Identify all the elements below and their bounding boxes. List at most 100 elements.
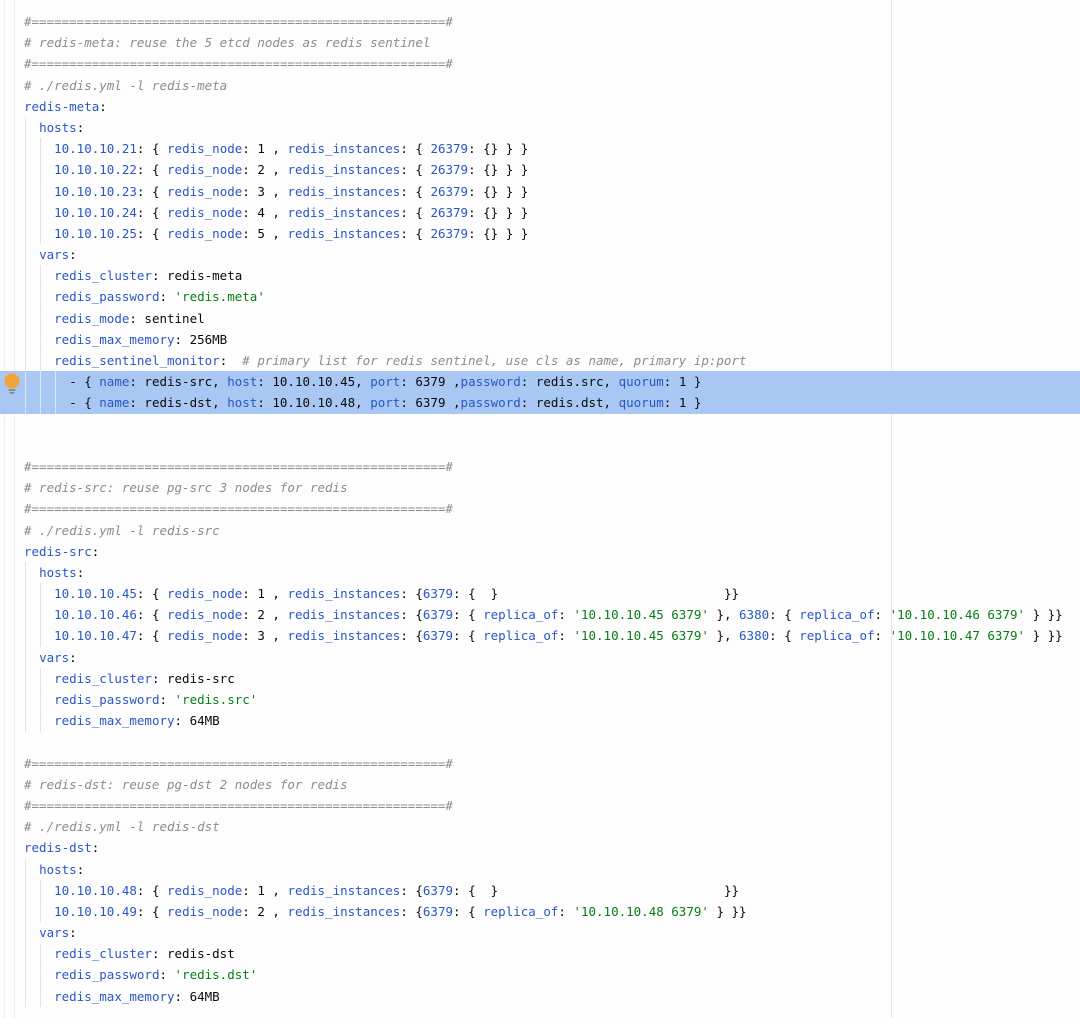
code-line[interactable]: vars: [0, 922, 1080, 943]
yaml-key: host [227, 374, 257, 389]
code-line[interactable]: 10.10.10.47: { redis_node: 3 , redis_ins… [0, 625, 1080, 646]
yaml-key: 26379 [430, 205, 468, 220]
code-line[interactable]: 10.10.10.24: { redis_node: 4 , redis_ins… [0, 202, 1080, 223]
code-line[interactable]: #=======================================… [0, 753, 1080, 774]
yaml-value: : [159, 289, 174, 304]
code-line[interactable]: redis-dst: [0, 837, 1080, 858]
yaml-key: redis_instances [287, 607, 400, 622]
yaml-value: : { [400, 162, 430, 177]
yaml-value: : { [400, 226, 430, 241]
code-line[interactable]: #=======================================… [0, 795, 1080, 816]
code-line[interactable]: # ./redis.yml -l redis-dst [0, 816, 1080, 837]
code-area[interactable]: #=======================================… [0, 11, 1080, 1007]
code-line[interactable]: # redis-dst: reuse pg-dst 2 nodes for re… [0, 774, 1080, 795]
yaml-key: 26379 [430, 184, 468, 199]
code-line-selected[interactable]: - { name: redis-src, host: 10.10.10.45, … [0, 371, 1080, 392]
code-line[interactable]: #=======================================… [0, 11, 1080, 32]
yaml-key: 6379 [423, 883, 453, 898]
code-line[interactable]: 10.10.10.49: { redis_node: 2 , redis_ins… [0, 901, 1080, 922]
code-line[interactable]: 10.10.10.21: { redis_node: 1 , redis_ins… [0, 138, 1080, 159]
code-line[interactable]: redis_sentinel_monitor: # primary list f… [0, 350, 1080, 371]
code-line[interactable] [0, 414, 1080, 435]
yaml-key: replica_of [483, 607, 558, 622]
yaml-value: : 1 } [664, 395, 702, 410]
yaml-value: : { [400, 141, 430, 156]
code-line[interactable] [0, 731, 1080, 752]
code-editor[interactable]: #=======================================… [0, 0, 1080, 1018]
yaml-value [24, 247, 39, 262]
yaml-key: redis_node [167, 883, 242, 898]
code-line[interactable]: redis_max_memory: 64MB [0, 710, 1080, 731]
code-line[interactable]: 10.10.10.22: { redis_node: 2 , redis_ins… [0, 159, 1080, 180]
code-line[interactable]: hosts: [0, 117, 1080, 138]
yaml-value: : {} } } [468, 141, 528, 156]
yaml-key: redis_password [54, 967, 159, 982]
yaml-value: : { [769, 607, 799, 622]
code-line-selected[interactable]: - { name: redis-dst, host: 10.10.10.48, … [0, 392, 1080, 413]
yaml-key: redis-dst [24, 840, 92, 855]
code-line[interactable]: #=======================================… [0, 53, 1080, 74]
code-line[interactable]: redis_mode: sentinel [0, 308, 1080, 329]
yaml-key: quorum [619, 374, 664, 389]
yaml-value: : { [400, 628, 423, 643]
code-line[interactable]: redis_cluster: redis-dst [0, 943, 1080, 964]
code-line[interactable]: vars: [0, 244, 1080, 265]
yaml-value: : 6379 , [400, 395, 460, 410]
yaml-value: : { [769, 628, 799, 643]
yaml-comment: #=======================================… [24, 798, 453, 813]
yaml-key: redis_node [167, 226, 242, 241]
yaml-key: 6379 [423, 904, 453, 919]
code-line[interactable]: redis-src: [0, 541, 1080, 562]
yaml-value [24, 650, 39, 665]
code-line[interactable]: 10.10.10.48: { redis_node: 1 , redis_ins… [0, 880, 1080, 901]
code-line[interactable]: hosts: [0, 562, 1080, 583]
code-line[interactable]: # redis-meta: reuse the 5 etcd nodes as … [0, 32, 1080, 53]
code-line[interactable]: redis_password: 'redis.dst' [0, 964, 1080, 985]
code-line[interactable]: 10.10.10.46: { redis_node: 2 , redis_ins… [0, 604, 1080, 625]
indent-guide [40, 668, 41, 732]
yaml-key: redis_node [167, 162, 242, 177]
code-line[interactable] [0, 435, 1080, 456]
yaml-key: 6380 [739, 607, 769, 622]
yaml-key: 10.10.10.23 [54, 184, 137, 199]
yaml-value: : redis-src, [129, 374, 227, 389]
code-line[interactable]: redis_password: 'redis.meta' [0, 286, 1080, 307]
code-line[interactable]: # redis-src: reuse pg-src 3 nodes for re… [0, 477, 1080, 498]
yaml-key: redis_instances [287, 904, 400, 919]
code-line[interactable]: #=======================================… [0, 498, 1080, 519]
yaml-value: }, [709, 628, 739, 643]
yaml-value: : [77, 565, 85, 580]
yaml-value: : [99, 99, 107, 114]
yaml-value: } }} [1025, 607, 1063, 622]
intention-bulb-icon[interactable] [2, 372, 22, 396]
yaml-value: : [77, 862, 85, 877]
yaml-value: : [69, 650, 77, 665]
code-line[interactable]: redis_password: 'redis.src' [0, 689, 1080, 710]
code-line[interactable]: 10.10.10.45: { redis_node: 1 , redis_ins… [0, 583, 1080, 604]
code-line[interactable]: 10.10.10.25: { redis_node: 5 , redis_ins… [0, 223, 1080, 244]
yaml-value: : 3 , [242, 628, 287, 643]
yaml-value: } }} [709, 904, 747, 919]
yaml-value: : { [453, 607, 483, 622]
yaml-key: redis_cluster [54, 946, 152, 961]
code-line[interactable]: #=======================================… [0, 456, 1080, 477]
code-line[interactable]: hosts: [0, 859, 1080, 880]
code-line[interactable]: redis_cluster: redis-meta [0, 265, 1080, 286]
yaml-value: : { [400, 205, 430, 220]
yaml-key: redis_node [167, 586, 242, 601]
code-line[interactable]: vars: [0, 647, 1080, 668]
code-line[interactable]: 10.10.10.23: { redis_node: 3 , redis_ins… [0, 181, 1080, 202]
yaml-value: : { [137, 226, 167, 241]
code-line[interactable]: redis_cluster: redis-src [0, 668, 1080, 689]
code-line[interactable]: redis_max_memory: 256MB [0, 329, 1080, 350]
code-line[interactable]: # ./redis.yml -l redis-src [0, 520, 1080, 541]
indent-guide [25, 859, 26, 1007]
indent-guide [40, 371, 41, 413]
yaml-key: redis_instances [287, 586, 400, 601]
yaml-comment: # redis-src: reuse pg-src 3 nodes for re… [24, 480, 348, 495]
code-line[interactable]: # ./redis.yml -l redis-meta [0, 75, 1080, 96]
code-line[interactable]: redis-meta: [0, 96, 1080, 117]
code-line[interactable]: redis_max_memory: 64MB [0, 986, 1080, 1007]
yaml-key: 6379 [423, 586, 453, 601]
yaml-key: redis_mode [54, 311, 129, 326]
